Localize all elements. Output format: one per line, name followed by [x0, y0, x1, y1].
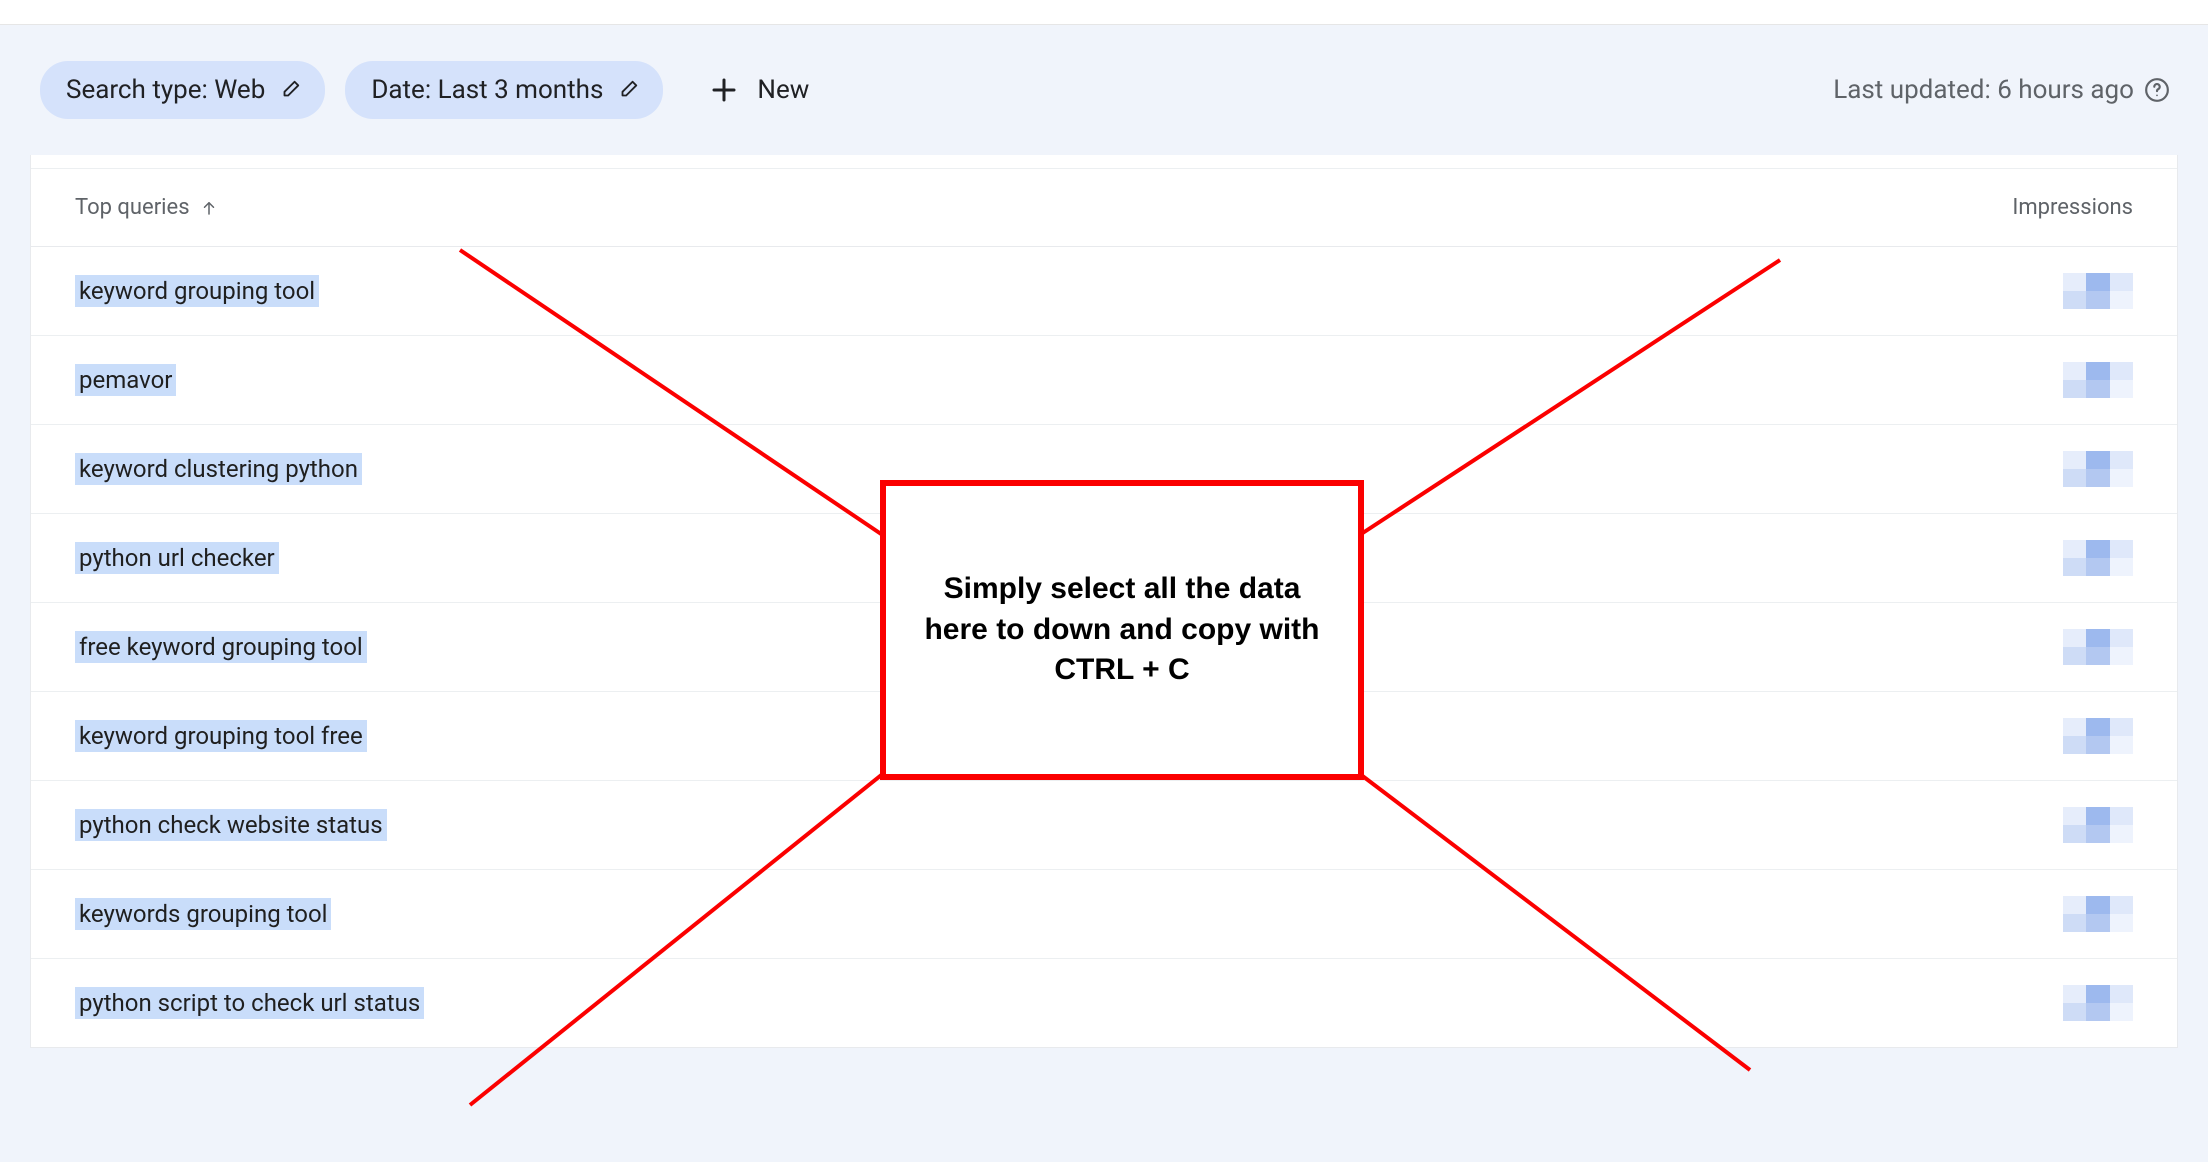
query-link[interactable]: free keyword grouping tool [75, 631, 367, 663]
query-link[interactable]: pemavor [75, 364, 176, 396]
pencil-icon [617, 79, 639, 101]
card-top-strip [31, 155, 2177, 169]
table-row: python script to check url status [31, 959, 2177, 1047]
impression-value-redacted [2063, 807, 2133, 843]
impression-value-redacted [2063, 896, 2133, 932]
filter-chip-date[interactable]: Date: Last 3 months [345, 61, 663, 119]
filter-chip-search-type-label: Search type: Web [66, 75, 265, 105]
table-row: keywords grouping tool [31, 870, 2177, 959]
table-row: python url checker [31, 514, 2177, 603]
queries-card: Top queries Impressions keyword grouping… [30, 155, 2178, 1048]
impression-value-redacted [2063, 273, 2133, 309]
column-header-queries-label: Top queries [75, 195, 190, 220]
sort-arrow-up-icon [200, 199, 218, 217]
table-row: keyword grouping tool [31, 247, 2177, 336]
pencil-icon [279, 79, 301, 101]
add-filter-button[interactable]: New [683, 75, 809, 105]
table-row: keyword grouping tool free [31, 692, 2177, 781]
table-header: Top queries Impressions [31, 169, 2177, 247]
last-updated-text: Last updated: 6 hours ago [1833, 75, 2134, 105]
add-filter-label: New [757, 75, 809, 105]
column-header-impressions[interactable]: Impressions [2012, 195, 2133, 220]
help-icon[interactable] [2144, 77, 2170, 103]
last-updated: Last updated: 6 hours ago [1833, 75, 2170, 105]
filter-chip-search-type[interactable]: Search type: Web [40, 61, 325, 119]
table-body: keyword grouping tool pemavor keyword clus… [31, 247, 2177, 1047]
filter-bar: Search type: Web Date: Last 3 months New… [0, 25, 2208, 155]
query-link[interactable]: python check website status [75, 809, 387, 841]
filter-chip-date-label: Date: Last 3 months [371, 75, 603, 105]
impression-value-redacted [2063, 718, 2133, 754]
query-link[interactable]: keyword grouping tool free [75, 720, 367, 752]
table-row: python check website status [31, 781, 2177, 870]
table-row: free keyword grouping tool [31, 603, 2177, 692]
query-link[interactable]: python url checker [75, 542, 279, 574]
impression-value-redacted [2063, 629, 2133, 665]
impression-value-redacted [2063, 451, 2133, 487]
impression-value-redacted [2063, 540, 2133, 576]
top-border-band [0, 0, 2208, 25]
query-link[interactable]: keyword grouping tool [75, 275, 319, 307]
impression-value-redacted [2063, 362, 2133, 398]
column-header-impressions-label: Impressions [2012, 195, 2133, 220]
impression-value-redacted [2063, 985, 2133, 1021]
table-row: keyword clustering python [31, 425, 2177, 514]
plus-icon [709, 75, 739, 105]
table-row: pemavor [31, 336, 2177, 425]
column-header-queries[interactable]: Top queries [75, 195, 218, 220]
query-link[interactable]: keywords grouping tool [75, 898, 331, 930]
query-link[interactable]: keyword clustering python [75, 453, 362, 485]
query-link[interactable]: python script to check url status [75, 987, 424, 1019]
